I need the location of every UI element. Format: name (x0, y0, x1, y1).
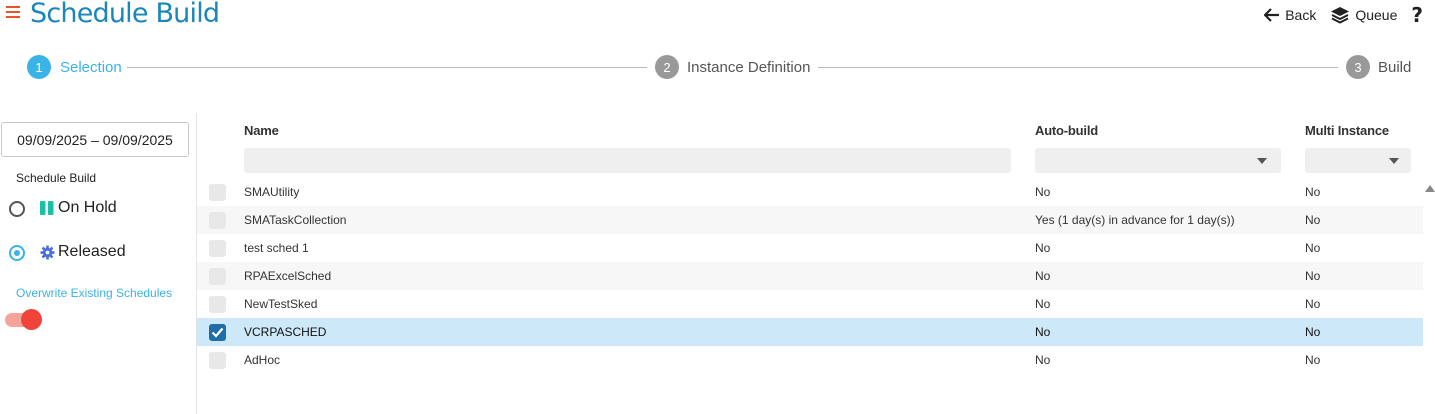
overwrite-toggle-knob[interactable] (21, 309, 42, 330)
auto-build-cell: No (1035, 297, 1051, 311)
pause-icon (40, 201, 54, 215)
auto-build-cell: No (1035, 353, 1051, 367)
row-checkbox[interactable] (209, 212, 226, 229)
scroll-up-arrow-icon[interactable] (1425, 185, 1435, 192)
name-cell: SMAUtility (244, 185, 300, 199)
chevron-down-icon (1257, 158, 1267, 164)
name-cell: SMATaskCollection (244, 213, 347, 227)
queue-button[interactable]: Queue (1330, 6, 1397, 24)
help-icon[interactable]: ? (1411, 3, 1423, 27)
checkmark-icon (211, 327, 224, 338)
table-row[interactable]: test sched 1 No No (197, 234, 1423, 262)
name-cell: RPAExcelSched (244, 269, 332, 283)
released-option[interactable]: Released (40, 243, 126, 261)
step-3-circle[interactable]: 3 (1346, 55, 1370, 79)
released-label: Released (58, 243, 126, 260)
table-row[interactable]: RPAExcelSched No No (197, 262, 1423, 290)
table-row[interactable]: SMAUtility No No (197, 178, 1423, 206)
hamburger-menu-icon[interactable] (6, 3, 20, 19)
table-row[interactable]: AdHoc No No (197, 346, 1423, 374)
top-actions: Back Queue ? (1250, 3, 1423, 27)
table-row-selected[interactable]: VCRPASCHED No No (197, 318, 1423, 346)
step-1-label[interactable]: Selection (60, 59, 122, 76)
multi-instance-cell: No (1305, 297, 1321, 311)
step-connector-2 (818, 67, 1338, 68)
date-range-picker[interactable]: 09/09/2025 – 09/09/2025 (1, 122, 189, 157)
name-cell: NewTestSked (244, 297, 318, 311)
column-header-multi-instance[interactable]: Multi Instance (1305, 123, 1389, 138)
step-2-label[interactable]: Instance Definition (687, 59, 810, 76)
auto-build-filter-select[interactable] (1035, 148, 1281, 173)
row-checkbox[interactable] (209, 352, 226, 369)
row-checkbox[interactable] (209, 324, 226, 341)
multi-instance-cell: No (1305, 353, 1321, 367)
chevron-down-icon (1389, 158, 1399, 164)
row-checkbox[interactable] (209, 268, 226, 285)
row-checkbox[interactable] (209, 184, 226, 201)
name-filter-input[interactable] (244, 148, 1011, 173)
row-checkbox[interactable] (209, 240, 226, 257)
column-header-auto-build[interactable]: Auto-build (1035, 123, 1098, 138)
multi-instance-cell: No (1305, 269, 1321, 283)
queue-label: Queue (1355, 7, 1398, 23)
table-row[interactable]: SMATaskCollection Yes (1 day(s) in advan… (197, 206, 1423, 234)
on-hold-option[interactable]: On Hold (40, 199, 117, 217)
table-row[interactable]: NewTestSked No No (197, 290, 1423, 318)
column-header-name[interactable]: Name (244, 123, 279, 138)
gear-icon (40, 244, 55, 260)
row-checkbox[interactable] (209, 296, 226, 313)
auto-build-cell: No (1035, 241, 1051, 255)
auto-build-cell: No (1035, 185, 1051, 199)
multi-instance-cell: No (1305, 213, 1321, 227)
on-hold-label: On Hold (58, 199, 117, 216)
on-hold-radio[interactable] (9, 201, 25, 217)
vertical-scrollbar[interactable] (1423, 195, 1435, 414)
schedule-build-label: Schedule Build (16, 171, 97, 185)
step-connector-1 (127, 67, 647, 68)
multi-instance-cell: No (1305, 241, 1321, 255)
page-title: Schedule Build (30, 0, 220, 29)
multi-instance-cell: No (1305, 185, 1321, 199)
step-1-circle[interactable]: 1 (27, 55, 51, 79)
name-cell: AdHoc (244, 353, 281, 367)
auto-build-cell: No (1035, 269, 1051, 283)
step-2-circle[interactable]: 2 (655, 55, 679, 79)
multi-instance-filter-select[interactable] (1305, 148, 1411, 173)
back-label: Back (1285, 7, 1317, 23)
multi-instance-cell: No (1305, 325, 1321, 339)
step-3-label[interactable]: Build (1378, 59, 1411, 76)
auto-build-cell: No (1035, 325, 1051, 339)
auto-build-cell: Yes (1 day(s) in advance for 1 day(s)) (1035, 213, 1235, 227)
name-cell: VCRPASCHED (244, 325, 327, 339)
overwrite-label: Overwrite Existing Schedules (16, 286, 173, 300)
arrow-left-icon (1264, 8, 1280, 22)
back-button[interactable]: Back (1264, 7, 1316, 23)
name-cell: test sched 1 (244, 241, 309, 255)
released-radio[interactable] (9, 245, 25, 261)
layers-icon (1331, 7, 1350, 24)
